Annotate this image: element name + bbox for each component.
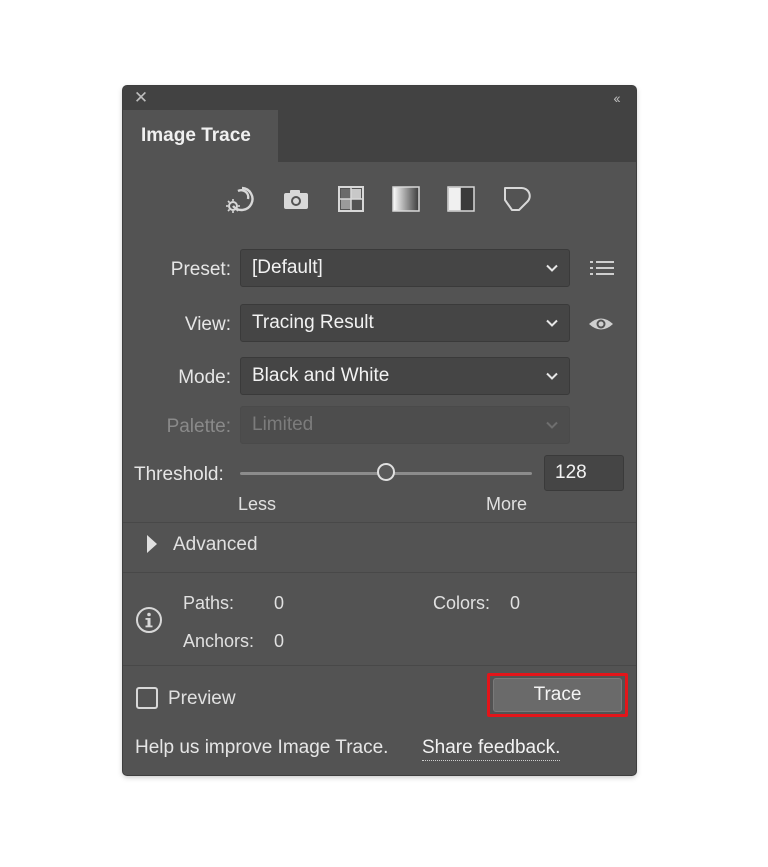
palette-value: Limited [252, 414, 314, 435]
colors-label: Colors: [433, 593, 491, 613]
view-label: View: [184, 314, 231, 335]
advanced-label: Advanced [173, 534, 258, 555]
preset-icon-row [224, 182, 534, 216]
preset-list-icon[interactable] [588, 256, 616, 280]
threshold-slider-thumb[interactable] [377, 463, 395, 481]
disclosure-triangle-icon [147, 535, 157, 553]
divider [123, 665, 636, 666]
paths-value: 0 [274, 593, 285, 613]
preset-dropdown[interactable]: [Default] [240, 249, 570, 287]
chevron-down-icon [545, 418, 559, 432]
threshold-label: Threshold: [134, 464, 224, 485]
black-and-white-icon[interactable] [444, 182, 478, 216]
close-icon[interactable]: ✕ [132, 89, 150, 107]
low-color-icon[interactable] [334, 182, 368, 216]
threshold-max-label: More [486, 494, 528, 514]
divider [123, 522, 636, 523]
preset-label: Preset: [170, 259, 231, 280]
divider [123, 572, 636, 573]
share-feedback-link[interactable]: Share feedback. [422, 737, 561, 761]
view-value: Tracing Result [252, 312, 374, 333]
image-trace-panel: ✕ ‹‹ Image Trace Preset: [Default] View:… [123, 86, 636, 775]
view-dropdown[interactable]: Tracing Result [240, 304, 570, 342]
palette-label: Palette: [166, 416, 231, 437]
chevron-down-icon [545, 316, 559, 330]
tab-image-trace[interactable]: Image Trace [123, 110, 278, 162]
grayscale-icon[interactable] [389, 182, 423, 216]
anchors-value: 0 [274, 631, 285, 651]
mode-label: Mode: [178, 367, 231, 388]
footer-text: Help us improve Image Trace. [135, 737, 389, 758]
anchors-label: Anchors: [183, 631, 255, 651]
mode-value: Black and White [252, 365, 390, 386]
info-icon [135, 606, 163, 634]
outline-icon[interactable] [499, 182, 533, 216]
palette-dropdown: Limited [240, 406, 570, 444]
chevron-down-icon [545, 261, 559, 275]
threshold-value-field[interactable]: 128 [544, 455, 624, 491]
preset-value: [Default] [252, 257, 323, 278]
preview-label: Preview [168, 688, 236, 709]
mode-dropdown[interactable]: Black and White [240, 357, 570, 395]
preview-checkbox[interactable] [136, 687, 158, 709]
eye-icon[interactable] [587, 312, 615, 336]
paths-label: Paths: [183, 593, 235, 613]
threshold-min-label: Less [238, 494, 277, 514]
trace-button[interactable]: Trace [493, 678, 622, 712]
auto-color-icon[interactable] [224, 182, 258, 216]
panel-tabstrip: Image Trace [123, 110, 636, 162]
collapse-panel-icon[interactable]: ‹‹ [606, 89, 626, 107]
chevron-down-icon [545, 369, 559, 383]
panel-titlebar: ✕ ‹‹ [123, 86, 636, 110]
colors-value: 0 [510, 593, 521, 613]
camera-icon[interactable] [279, 182, 313, 216]
